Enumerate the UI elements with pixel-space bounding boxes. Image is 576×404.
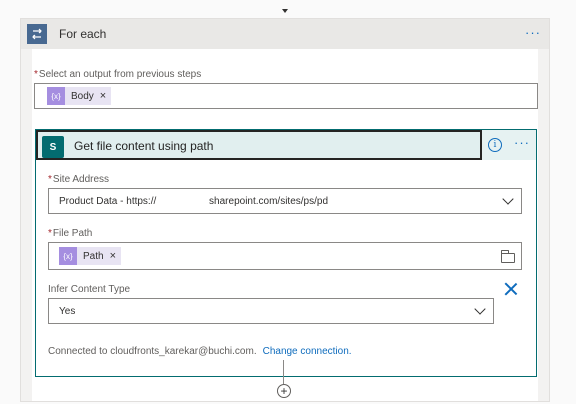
required-marker: *	[48, 228, 52, 239]
add-step-icon[interactable]: +	[277, 384, 291, 398]
site-address-label: *Site Address	[48, 174, 109, 185]
infer-content-type-value: Yes	[59, 306, 76, 317]
foreach-more-menu-icon[interactable]: ···	[525, 25, 541, 40]
action-header-selected[interactable]: S Get file content using path	[36, 130, 482, 160]
sharepoint-icon: S	[42, 136, 64, 158]
foreach-card: For each ··· *Select an output from prev…	[20, 18, 550, 402]
action-title: Get file content using path	[74, 139, 214, 153]
connector-line	[283, 360, 284, 384]
remove-token-icon[interactable]: ×	[110, 250, 116, 262]
body-token-label: Body	[71, 90, 94, 102]
remove-token-icon[interactable]: ×	[100, 90, 106, 102]
path-token-label: Path	[83, 250, 104, 262]
required-marker: *	[34, 69, 38, 80]
foreach-header[interactable]: For each ···	[21, 19, 549, 49]
expression-icon: {x}	[59, 247, 77, 265]
connection-footer: Connected to cloudfronts_karekar@buchi.c…	[48, 346, 352, 357]
change-connection-link[interactable]: Change connection.	[263, 346, 352, 357]
info-icon[interactable]: i	[488, 138, 502, 152]
file-path-field[interactable]: {x} Path ×	[48, 242, 522, 270]
expression-icon: {x}	[47, 87, 65, 105]
action-header[interactable]: S Get file content using path i ···	[36, 130, 536, 160]
connected-text: Connected to cloudfronts_karekar@buchi.c…	[48, 346, 257, 357]
loop-icon	[27, 24, 47, 44]
connector-arrow-icon	[282, 9, 288, 13]
path-token[interactable]: {x} Path ×	[59, 247, 122, 265]
site-address-value: Product Data - https:// sharepoint.com/s…	[59, 196, 329, 207]
site-address-label-text: Site Address	[52, 174, 110, 185]
site-address-dropdown[interactable]: Product Data - https:// sharepoint.com/s…	[48, 188, 522, 214]
action-more-menu-icon[interactable]: ···	[514, 135, 530, 150]
required-marker: *	[48, 174, 52, 185]
file-path-label-text: File Path	[52, 228, 93, 239]
file-path-label: *File Path	[48, 228, 92, 239]
select-output-label: *Select an output from previous steps	[34, 69, 201, 80]
chevron-down-icon	[502, 193, 514, 205]
select-output-label-text: Select an output from previous steps	[38, 69, 202, 80]
foreach-title: For each	[59, 27, 107, 41]
folder-icon[interactable]	[501, 250, 515, 263]
infer-content-type-dropdown[interactable]: Yes	[48, 298, 494, 324]
flow-canvas: For each ··· *Select an output from prev…	[0, 0, 576, 404]
infer-content-type-label: Infer Content Type	[48, 284, 131, 295]
get-file-content-action: S Get file content using path i ··· *Sit…	[35, 129, 537, 377]
close-icon[interactable]	[504, 282, 518, 296]
body-token[interactable]: {x} Body ×	[47, 87, 112, 105]
chevron-down-icon	[474, 303, 486, 315]
select-output-field[interactable]: {x} Body ×	[34, 83, 538, 109]
